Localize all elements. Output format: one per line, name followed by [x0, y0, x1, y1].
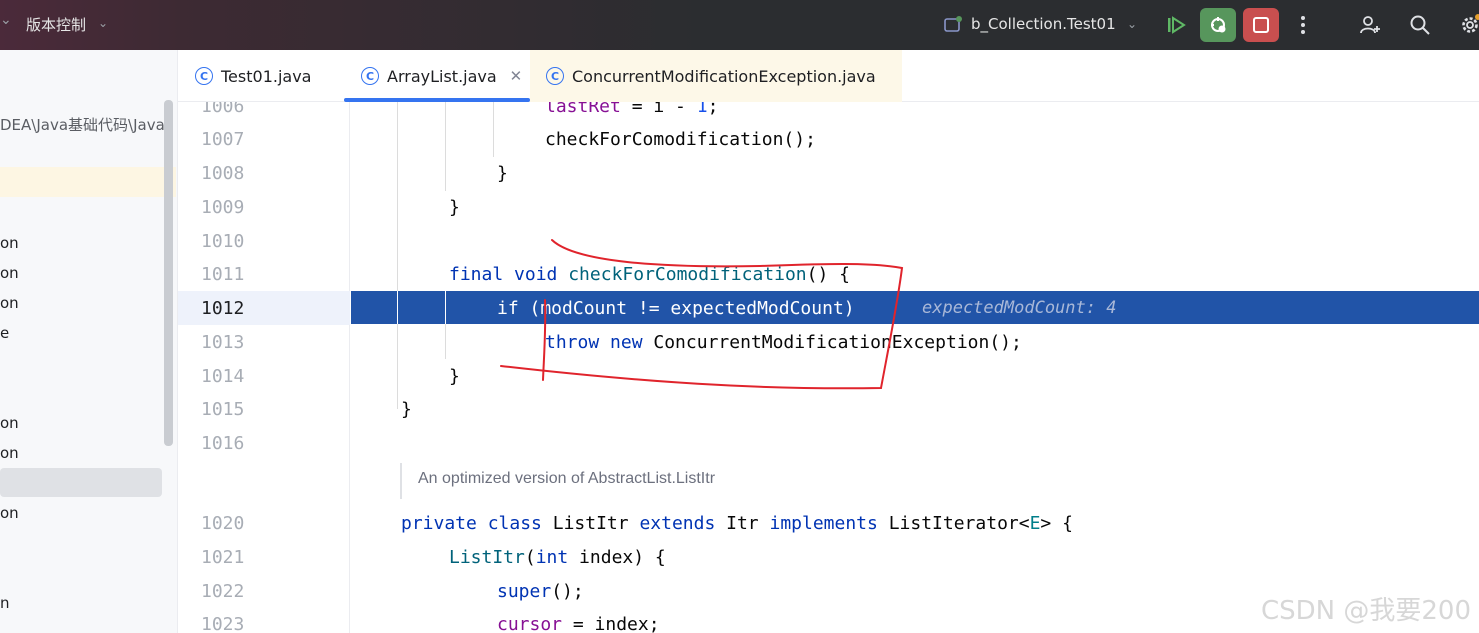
- settings-button[interactable]: [1452, 8, 1479, 42]
- more-vertical-icon: [1301, 16, 1305, 34]
- code-line[interactable]: }: [449, 366, 460, 387]
- code-line[interactable]: }: [497, 163, 508, 184]
- editor-tab-bar: C Test01.java C ArrayList.java ✕ C Concu…: [178, 50, 1479, 102]
- line-number: 1021: [201, 547, 245, 568]
- project-path[interactable]: DEA\Java基础代码\Java: [0, 114, 165, 135]
- line-number: 1009: [201, 197, 245, 218]
- line-number: 1007: [201, 129, 245, 150]
- line-number: 1013: [201, 332, 245, 353]
- code-line[interactable]: checkForComodification();: [545, 129, 816, 150]
- indent-guide: [397, 291, 398, 324]
- line-number: 1010: [201, 231, 245, 252]
- tree-item[interactable]: on: [0, 414, 19, 432]
- code-line[interactable]: final void checkForComodification() {: [449, 264, 850, 285]
- run-config-selector[interactable]: b_Collection.Test01: [971, 15, 1116, 33]
- indent-guide: [397, 102, 398, 291]
- close-icon[interactable]: ✕: [510, 67, 523, 85]
- tree-item[interactable]: on: [0, 294, 19, 312]
- stop-icon: [1253, 17, 1269, 33]
- code-line[interactable]: private class ListItr extends Itr implem…: [401, 513, 1073, 534]
- indent-guide: [445, 291, 446, 324]
- tree-item[interactable]: on: [0, 504, 19, 522]
- search-icon: [1410, 15, 1430, 35]
- indent-guide: [397, 324, 398, 409]
- resume-button[interactable]: [1158, 8, 1194, 42]
- tree-item[interactable]: e: [0, 324, 9, 342]
- tab-label: ConcurrentModificationException.java: [572, 66, 876, 86]
- code-line[interactable]: super();: [497, 581, 584, 602]
- line-number-current: 1012: [201, 298, 245, 319]
- debug-rerun-icon: [1211, 17, 1226, 33]
- code-line[interactable]: ListItr(int index) {: [449, 547, 666, 568]
- highlighted-tree-row[interactable]: [0, 167, 176, 197]
- debug-button[interactable]: [1200, 8, 1236, 42]
- indent-guide: [445, 102, 446, 191]
- class-icon: C: [361, 67, 379, 85]
- rendered-doc-comment: An optimized version of AbstractList.Lis…: [418, 470, 716, 487]
- tab-label: Test01.java: [221, 66, 312, 86]
- tab-arraylist[interactable]: C ArrayList.java ✕: [344, 50, 530, 102]
- tree-item[interactable]: on: [0, 234, 19, 252]
- code-editor[interactable]: 1006 1007 1008 1009 1010 1011 1012 1013 …: [178, 102, 1479, 633]
- code-line-current[interactable]: if (modCount != expectedModCount): [497, 298, 855, 319]
- chevron-down-icon[interactable]: ⌄: [1127, 17, 1137, 31]
- chevron-down-icon[interactable]: ⌄: [98, 16, 108, 30]
- line-number: 1015: [201, 399, 245, 420]
- tree-item[interactable]: n: [0, 594, 10, 612]
- sidebar-scrollbar[interactable]: [164, 100, 173, 446]
- rendered-doc-bar: [400, 463, 402, 499]
- tab-test01[interactable]: C Test01.java: [195, 50, 311, 102]
- code-line[interactable]: }: [401, 399, 412, 420]
- line-number: 1008: [201, 163, 245, 184]
- line-number: 1014: [201, 366, 245, 387]
- indent-guide: [493, 102, 494, 157]
- chevron-down-icon[interactable]: ⌄: [0, 12, 12, 28]
- code-line[interactable]: cursor = index;: [497, 614, 660, 633]
- run-config-icon: [944, 16, 962, 32]
- project-panel: DEA\Java基础代码\Java on on on e on on on n: [0, 50, 178, 633]
- search-button[interactable]: [1402, 8, 1438, 42]
- add-user-button[interactable]: [1352, 8, 1388, 42]
- tab-concurrent-modification-exception[interactable]: C ConcurrentModificationException.java: [530, 50, 902, 102]
- line-number: 1023: [201, 614, 245, 633]
- gear-icon: [1462, 14, 1479, 33]
- stop-button[interactable]: [1243, 8, 1279, 42]
- line-number: 1011: [201, 264, 245, 285]
- add-user-icon: [1360, 16, 1380, 34]
- tree-item[interactable]: on: [0, 444, 19, 462]
- selected-tree-row[interactable]: [0, 468, 162, 497]
- title-bar: ⌄ 版本控制 ⌄ b_Collection.Test01 ⌄: [0, 0, 1479, 50]
- line-number: 1016: [201, 433, 245, 454]
- line-number: 1022: [201, 581, 245, 602]
- indent-guide: [445, 324, 446, 359]
- code-line[interactable]: throw new ConcurrentModificationExceptio…: [545, 332, 1022, 353]
- tab-label: ArrayList.java: [387, 66, 497, 86]
- code-line[interactable]: lastRet = i - 1;: [545, 102, 718, 117]
- line-number: 1006: [201, 102, 245, 117]
- tree-item[interactable]: on: [0, 264, 19, 282]
- inline-debug-value: expectedModCount: 4: [922, 298, 1117, 318]
- code-line[interactable]: }: [449, 197, 460, 218]
- more-actions-button[interactable]: [1285, 8, 1321, 42]
- resume-icon: [1168, 16, 1186, 34]
- watermark: CSDN @我要200: [1261, 596, 1472, 626]
- class-icon: C: [546, 67, 564, 85]
- line-number-gutter[interactable]: 1006 1007 1008 1009 1010 1011 1012 1013 …: [178, 102, 350, 633]
- line-number: 1020: [201, 513, 245, 534]
- vcs-menu[interactable]: 版本控制: [26, 14, 86, 35]
- class-icon: C: [195, 67, 213, 85]
